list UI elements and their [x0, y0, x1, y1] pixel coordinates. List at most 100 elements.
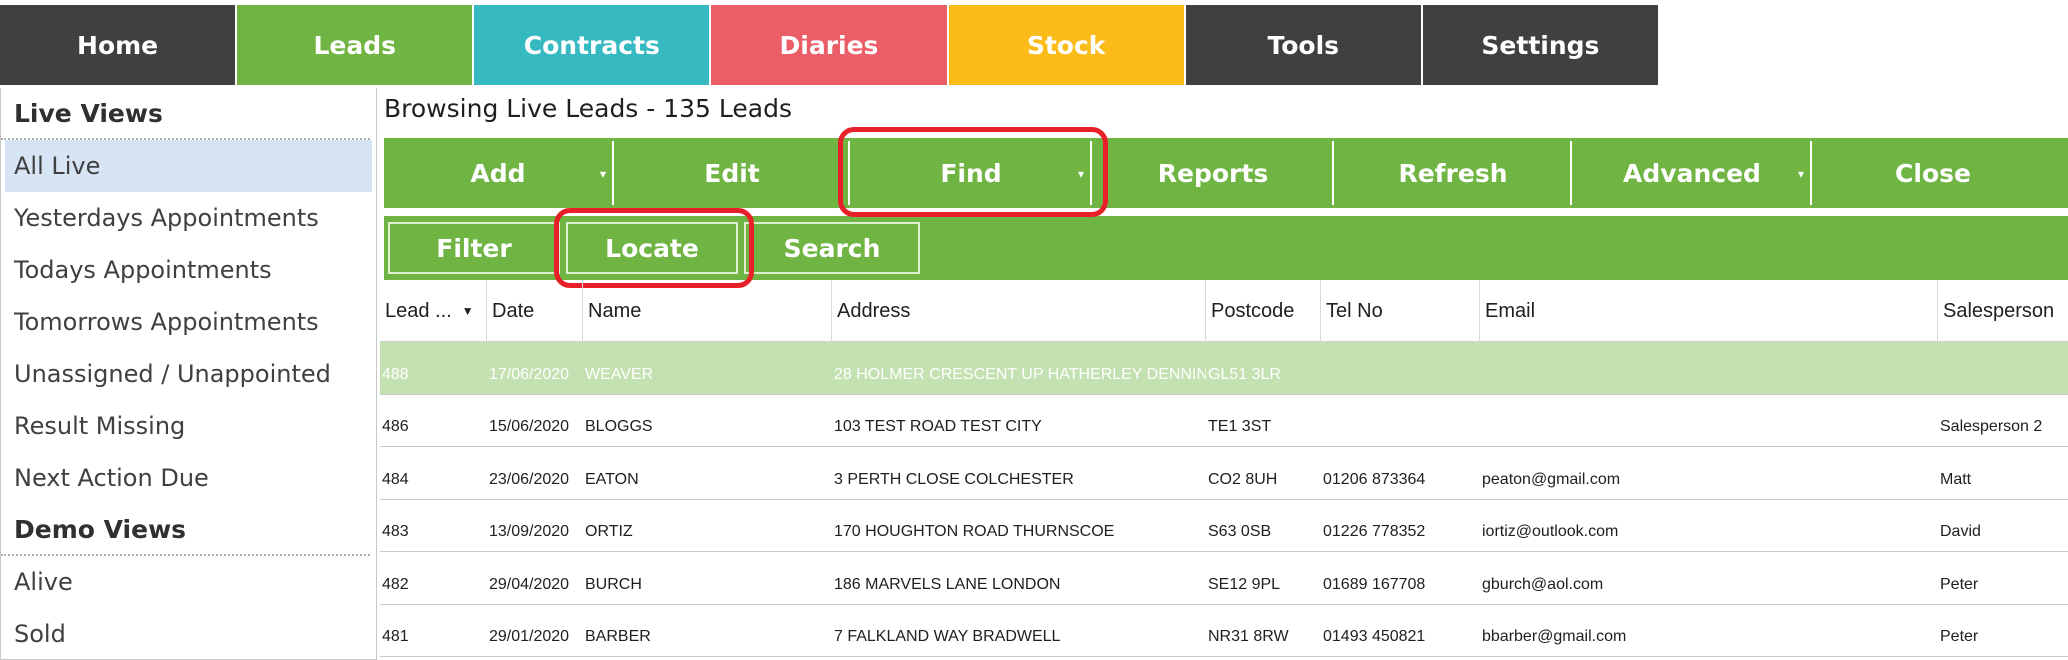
sidebar-item-sold[interactable]: Sold [1, 608, 376, 659]
table-row[interactable]: 488 17/06/2020 WEAVER 28 HOLMER CRESCENT… [380, 342, 2068, 395]
cell-tel: 01493 450821 [1323, 628, 1426, 645]
find-button[interactable]: Find ▾ [852, 141, 1092, 205]
cell-email [1480, 436, 1938, 446]
cell-address: 7 FALKLAND WAY BRADWELL [834, 628, 1061, 645]
cell-lead: 481 [382, 628, 409, 645]
table-row[interactable]: 484 23/06/2020 EATON 3 PERTH CLOSE COLCH… [380, 447, 2068, 500]
primary-toolbar: Add ▾ Edit Find ▾ Reports Refresh Advanc… [384, 138, 2068, 208]
column-header-tel-no[interactable]: Tel No [1321, 280, 1480, 342]
column-header-postcode[interactable]: Postcode [1206, 280, 1321, 342]
cell-postcode: GL51 3LR [1208, 365, 1281, 383]
sidebar-item-todays-appointments[interactable]: Todays Appointments [1, 244, 376, 296]
tab-leads[interactable]: Leads [237, 5, 473, 85]
refresh-button-label: Refresh [1398, 158, 1508, 188]
table-header: Lead ... ▼ Date Name Address Postcode Te… [380, 280, 2068, 342]
cell-name: EATON [585, 470, 639, 488]
cell-email: bbarber@gmail.com [1482, 628, 1627, 645]
sidebar-item-unassigned-unappointed[interactable]: Unassigned / Unappointed [1, 348, 376, 400]
cell-name: BURCH [585, 575, 642, 593]
locate-button[interactable]: Locate [566, 222, 738, 274]
sidebar-item-next-action-due[interactable]: Next Action Due [1, 452, 376, 504]
cell-email: gburch@aol.com [1482, 575, 1604, 593]
column-header-address[interactable]: Address [832, 280, 1206, 342]
find-button-label: Find [940, 158, 1002, 188]
cell-salesperson: Salesperson 2 [1940, 418, 2043, 435]
advanced-button[interactable]: Advanced ▾ [1574, 141, 1812, 205]
tab-tools[interactable]: Tools [1185, 5, 1421, 85]
leads-table: Lead ... ▼ Date Name Address Postcode Te… [380, 280, 2068, 660]
cell-postcode: TE1 3ST [1208, 418, 1272, 435]
cell-lead: 484 [382, 470, 409, 488]
advanced-dropdown-caret-icon[interactable]: ▾ [1798, 167, 1804, 181]
sidebar-item-result-missing[interactable]: Result Missing [1, 400, 376, 452]
search-button-label: Search [783, 233, 881, 263]
table-row[interactable]: 482 29/04/2020 BURCH 186 MARVELS LANE LO… [380, 552, 2068, 605]
sidebar-item-alive[interactable]: Alive [1, 556, 376, 608]
add-button[interactable]: Add ▾ [384, 141, 614, 205]
add-button-label: Add [470, 158, 526, 188]
reports-button[interactable]: Reports [1094, 141, 1334, 205]
close-button-label: Close [1895, 158, 1971, 188]
sort-down-icon[interactable]: ▼ [462, 304, 474, 318]
cell-postcode: S63 0SB [1208, 523, 1272, 540]
edit-button-label: Edit [704, 158, 760, 188]
column-header-email[interactable]: Email [1480, 280, 1938, 342]
cell-date: 29/01/2020 [489, 628, 570, 645]
column-header-lead-label: Lead ... [385, 299, 452, 322]
sidebar-item-tomorrows-appointments[interactable]: Tomorrows Appointments [1, 296, 376, 348]
top-navigation: Home Leads Contracts Diaries Stock Tools… [0, 5, 1658, 85]
find-dropdown-caret-icon[interactable]: ▾ [1078, 167, 1084, 181]
page-title: Browsing Live Leads - 135 Leads [384, 94, 792, 123]
cell-tel: 01689 167708 [1323, 575, 1426, 593]
cell-name: ORTIZ [585, 523, 633, 540]
cell-salesperson: Peter [1940, 628, 1979, 645]
cell-email [1480, 384, 1938, 394]
tab-stock[interactable]: Stock [948, 5, 1184, 85]
cell-email: iortiz@outlook.com [1482, 523, 1619, 540]
cell-lead: 486 [382, 418, 409, 435]
cell-name: BLOGGS [585, 418, 653, 435]
table-row[interactable]: 481 29/01/2020 BARBER 7 FALKLAND WAY BRA… [380, 605, 2068, 657]
cell-date: 23/06/2020 [489, 470, 570, 488]
cell-postcode: SE12 9PL [1208, 575, 1281, 593]
cell-address: 170 HOUGHTON ROAD THURNSCOE [834, 523, 1115, 540]
close-button[interactable]: Close [1814, 141, 2052, 205]
locate-button-label: Locate [605, 233, 699, 263]
column-header-salesperson[interactable]: Salesperson [1938, 280, 2068, 342]
tab-diaries[interactable]: Diaries [711, 5, 947, 85]
tab-settings[interactable]: Settings [1422, 5, 1658, 85]
sidebar-item-yesterdays-appointments[interactable]: Yesterdays Appointments [1, 192, 376, 244]
tab-home[interactable]: Home [0, 5, 236, 85]
cell-lead: 488 [382, 365, 409, 383]
cell-address: 3 PERTH CLOSE COLCHESTER [834, 470, 1074, 488]
reports-button-label: Reports [1157, 158, 1269, 188]
cell-address: 28 HOLMER CRESCENT UP HATHERLEY DENNING [834, 365, 1206, 383]
cell-tel: 01226 778352 [1323, 523, 1426, 540]
table-row[interactable]: 483 13/09/2020 ORTIZ 170 HOUGHTON ROAD T… [380, 500, 2068, 552]
cell-address: 186 MARVELS LANE LONDON [834, 575, 1061, 593]
secondary-toolbar: Filter Locate Search [384, 216, 2068, 280]
cell-date: 17/06/2020 [489, 365, 570, 383]
sidebar-item-all-live[interactable]: All Live [5, 140, 372, 192]
cell-postcode: CO2 8UH [1208, 470, 1278, 488]
cell-name: WEAVER [585, 365, 654, 383]
cell-salesperson [1938, 384, 2068, 394]
column-header-name[interactable]: Name [583, 280, 832, 342]
cell-lead: 483 [382, 523, 409, 540]
refresh-button[interactable]: Refresh [1336, 141, 1572, 205]
table-row[interactable]: 486 15/06/2020 BLOGGS 103 TEST ROAD TEST… [380, 395, 2068, 447]
column-header-lead[interactable]: Lead ... ▼ [380, 280, 487, 342]
filter-button[interactable]: Filter [388, 222, 560, 274]
cell-name: BARBER [585, 628, 651, 645]
search-button[interactable]: Search [744, 222, 920, 274]
advanced-button-label: Advanced [1623, 158, 1761, 188]
tab-contracts[interactable]: Contracts [474, 5, 710, 85]
cell-tel [1321, 384, 1480, 394]
cell-date: 13/09/2020 [489, 523, 570, 540]
add-dropdown-caret-icon[interactable]: ▾ [600, 167, 606, 181]
cell-email: peaton@gmail.com [1482, 470, 1621, 488]
edit-button[interactable]: Edit [616, 141, 850, 205]
cell-salesperson: Peter [1940, 575, 1979, 593]
cell-date: 29/04/2020 [489, 575, 570, 593]
column-header-date[interactable]: Date [487, 280, 583, 342]
